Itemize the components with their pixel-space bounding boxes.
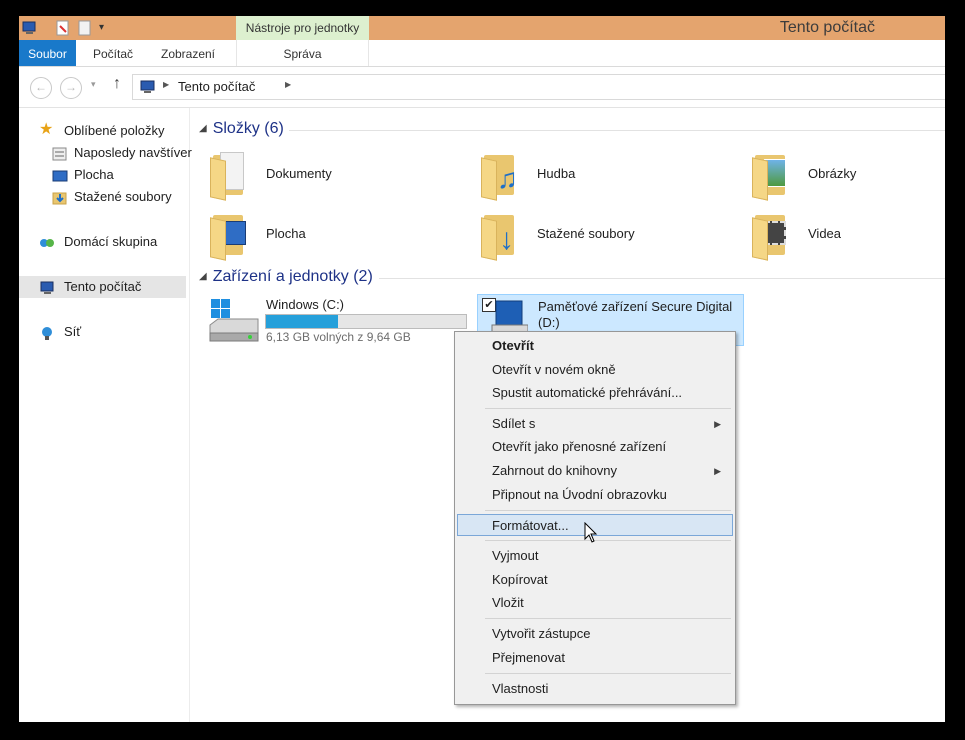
desktop-icon	[52, 168, 68, 182]
recent-places-icon	[52, 146, 68, 161]
up-button[interactable]: ↑	[113, 75, 121, 93]
tab-manage[interactable]: Správa	[236, 40, 369, 66]
menu-item-share-with[interactable]: Sdílet s ▶	[457, 413, 733, 435]
menu-item-cut[interactable]: Vyjmout	[457, 545, 733, 567]
menu-item-create-shortcut[interactable]: Vytvořit zástupce	[457, 623, 733, 645]
menu-item-autoplay[interactable]: Spustit automatické přehrávání...	[457, 382, 733, 404]
navigation-pane: ★ Oblíbené položky Naposledy navštíver P…	[19, 108, 192, 722]
drive-tools-tab-group: Nástroje pro jednotky	[236, 16, 369, 40]
downloads-folder-icon: ↓	[481, 209, 529, 261]
computer-icon	[39, 280, 55, 294]
computer-icon[interactable]	[22, 20, 38, 36]
music-folder-icon: ♫	[481, 149, 529, 201]
chevron-right-icon[interactable]: ▶	[163, 80, 169, 89]
devices-group-header[interactable]: ◢ Zařízení a jednotky (2)	[199, 268, 373, 286]
network-icon	[39, 325, 55, 340]
navigation-bar: ← → ▾ ↑ ▶ Tento počítač ▶	[19, 67, 945, 108]
tab-view[interactable]: Zobrazení	[152, 40, 224, 66]
drive-usage-bar	[265, 314, 467, 329]
menu-item-open-new-window[interactable]: Otevřít v novém okně	[457, 359, 733, 381]
drive-usage-fill	[266, 315, 338, 328]
homegroup-icon	[39, 235, 55, 249]
customize-toolbar-icon[interactable]: ▾	[99, 20, 115, 36]
tab-file[interactable]: Soubor	[19, 40, 76, 66]
menu-item-paste[interactable]: Vložit	[457, 592, 733, 614]
submenu-arrow-icon: ▶	[714, 466, 721, 476]
folders-group-header[interactable]: ◢ Složky (6)	[199, 120, 284, 138]
menu-separator	[485, 673, 731, 674]
windows-drive-icon	[208, 299, 260, 346]
mouse-cursor-icon	[584, 521, 598, 547]
new-folder-icon[interactable]	[77, 20, 93, 36]
context-menu: Otevřít Otevřít v novém okně Spustit aut…	[454, 331, 736, 705]
title-bar: ▾ Nástroje pro jednotky Tento počítač	[19, 16, 945, 40]
pictures-folder-icon	[752, 149, 800, 201]
back-button[interactable]: ←	[30, 77, 52, 99]
group-divider	[379, 278, 945, 279]
menu-separator	[485, 510, 731, 511]
documents-folder-icon	[210, 149, 258, 201]
menu-item-pin-start[interactable]: Připnout na Úvodní obrazovku	[457, 484, 733, 506]
menu-item-properties[interactable]: Vlastnosti	[457, 678, 733, 700]
menu-item-rename[interactable]: Přejmenovat	[457, 647, 733, 669]
forward-button[interactable]: →	[60, 77, 82, 99]
menu-separator	[485, 618, 731, 619]
menu-item-copy[interactable]: Kopírovat	[457, 569, 733, 591]
group-divider	[289, 130, 945, 131]
address-bar[interactable]: ▶ Tento počítač ▶	[132, 74, 945, 100]
collapse-arrow-icon[interactable]: ◢	[199, 123, 207, 134]
window-title: Tento počítač	[779, 19, 875, 36]
desktop-folder-icon	[210, 209, 258, 261]
ribbon-tabs: Soubor Počítač Zobrazení Správa	[19, 40, 945, 67]
sidebar-item-this-pc[interactable]: Tento počítač	[19, 276, 186, 298]
menu-item-open[interactable]: Otevřít	[457, 335, 733, 357]
properties-icon[interactable]	[55, 20, 71, 36]
menu-separator	[485, 408, 731, 409]
submenu-arrow-icon: ▶	[714, 419, 721, 429]
star-icon: ★	[39, 121, 54, 138]
menu-item-open-portable[interactable]: Otevřít jako přenosné zařízení	[457, 436, 733, 458]
chevron-right-icon[interactable]: ▶	[285, 80, 291, 89]
menu-item-include-library[interactable]: Zahrnout do knihovny ▶	[457, 460, 733, 482]
computer-icon	[139, 79, 157, 98]
videos-folder-icon	[752, 209, 800, 261]
downloads-icon	[52, 190, 68, 205]
menu-separator	[485, 540, 731, 541]
address-path[interactable]: Tento počítač	[178, 79, 255, 94]
collapse-arrow-icon[interactable]: ◢	[199, 271, 207, 282]
tab-computer[interactable]: Počítač	[82, 40, 144, 66]
recent-locations-dropdown[interactable]: ▾	[91, 79, 96, 90]
